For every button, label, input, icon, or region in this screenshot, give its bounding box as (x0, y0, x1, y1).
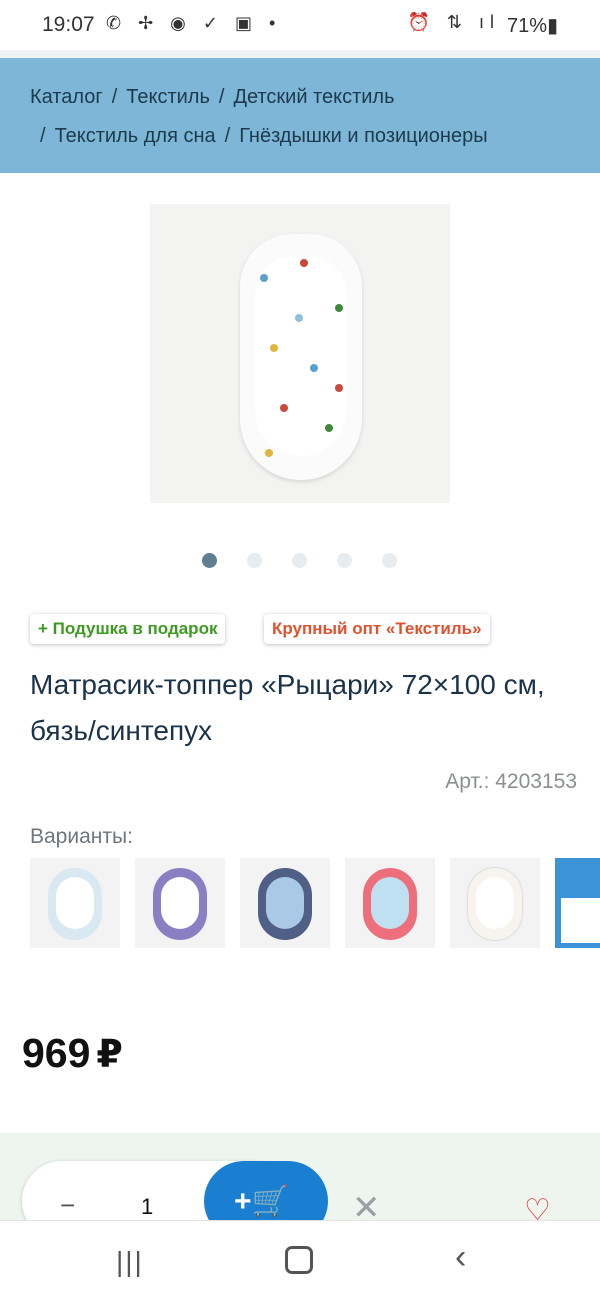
pattern-dot (310, 364, 318, 372)
pattern-dot (335, 304, 343, 312)
breadcrumb-separator: / (224, 125, 231, 147)
product-price: 969 ₽ (22, 1030, 123, 1077)
variant-inner (56, 877, 94, 929)
breadcrumb: Каталог / Текстиль / Детский текстиль / Текст… (0, 58, 600, 173)
carousel-dot-3[interactable] (292, 553, 307, 568)
breadcrumb-item-nests[interactable]: Гнёздышки и позиционеры (239, 125, 487, 147)
variant-thumbnail-5[interactable] (450, 858, 540, 948)
variant-swatch (153, 868, 207, 940)
back-icon[interactable]: ‹ (455, 1238, 466, 1277)
breadcrumb-item-textile[interactable]: Текстиль (126, 86, 210, 108)
product-title: Матрасик-топпер «Рыцари» 72×100 см, бязь… (30, 669, 545, 746)
variant-thumbnail-4[interactable] (345, 858, 435, 948)
variant-swatch (363, 868, 417, 940)
quantity-value[interactable]: 1 (141, 1194, 153, 1220)
pattern-dot (265, 449, 273, 457)
pattern-dot (295, 314, 303, 322)
variant-inner (476, 877, 514, 929)
recent-apps-icon[interactable]: ||| (116, 1246, 144, 1278)
pattern-dot (300, 259, 308, 267)
status-time: 19:07 (42, 13, 95, 36)
wholesale-badge[interactable]: Крупный опт «Текстиль» (264, 614, 490, 644)
carousel-dot-4[interactable] (337, 553, 352, 568)
breadcrumb-line-1: Каталог / Текстиль / Детский текстиль (30, 86, 395, 109)
variant-thumbnail-6-partial[interactable] (555, 858, 600, 948)
status-bar: 19:07 ✆ ✢ ◉ ✓ ▣ • ⏰ ⇅ ıl 71%▮ (0, 0, 600, 50)
variant-inner (266, 877, 304, 929)
notification-icons: ✆ ✢ ◉ ✓ ▣ • (106, 13, 282, 33)
price-value: 969 (22, 1030, 91, 1076)
pattern-dot (260, 274, 268, 282)
baby-nest-illustration (240, 234, 362, 480)
pattern-dot (325, 424, 333, 432)
gift-badge[interactable]: + Подушка в подарок (30, 614, 226, 644)
home-icon[interactable] (285, 1246, 313, 1274)
variant-swatch (468, 868, 522, 940)
breadcrumb-item-catalog[interactable]: Каталог (30, 86, 103, 108)
pattern-dot (335, 384, 343, 392)
variant-inner (371, 877, 409, 929)
breadcrumb-line-2: / Текстиль для сна / Гнёздышки и позиционер… (30, 125, 488, 148)
product-article: Арт.: 4203153 (445, 770, 577, 793)
carousel-dot-1[interactable] (202, 553, 217, 568)
product-image[interactable] (150, 204, 450, 503)
battery-indicator: 71%▮ (506, 15, 558, 37)
variant-inner (161, 877, 199, 929)
variants-label: Варианты: (30, 825, 133, 848)
breadcrumb-separator: / (111, 86, 118, 108)
breadcrumb-separator: / (40, 125, 46, 147)
breadcrumb-item-sleep-textile[interactable]: Текстиль для сна (55, 125, 216, 147)
carousel-dot-2[interactable] (247, 553, 262, 568)
pattern-dot (270, 344, 278, 352)
carousel-dot-5[interactable] (382, 553, 397, 568)
baby-nest-inner (255, 256, 347, 456)
variant-thumbnail-3[interactable] (240, 858, 330, 948)
breadcrumb-item-kids-textile[interactable]: Детский текстиль (233, 86, 394, 108)
cart-plus-icon[interactable]: +🛒 (234, 1184, 289, 1219)
variant-swatch (48, 868, 102, 940)
header-strip (0, 50, 600, 58)
carousel-dots (0, 553, 600, 569)
currency-symbol: ₽ (96, 1034, 123, 1076)
variant-thumbnail-2[interactable] (135, 858, 225, 948)
breadcrumb-separator: / (218, 86, 225, 108)
variant-partial-inner (561, 898, 600, 943)
decrease-quantity-button[interactable]: − (60, 1190, 75, 1221)
variant-swatch (258, 868, 312, 940)
system-icons: ⏰ ⇅ ıl (407, 12, 500, 32)
pattern-dot (280, 404, 288, 412)
variant-thumbnail-1[interactable] (30, 858, 120, 948)
